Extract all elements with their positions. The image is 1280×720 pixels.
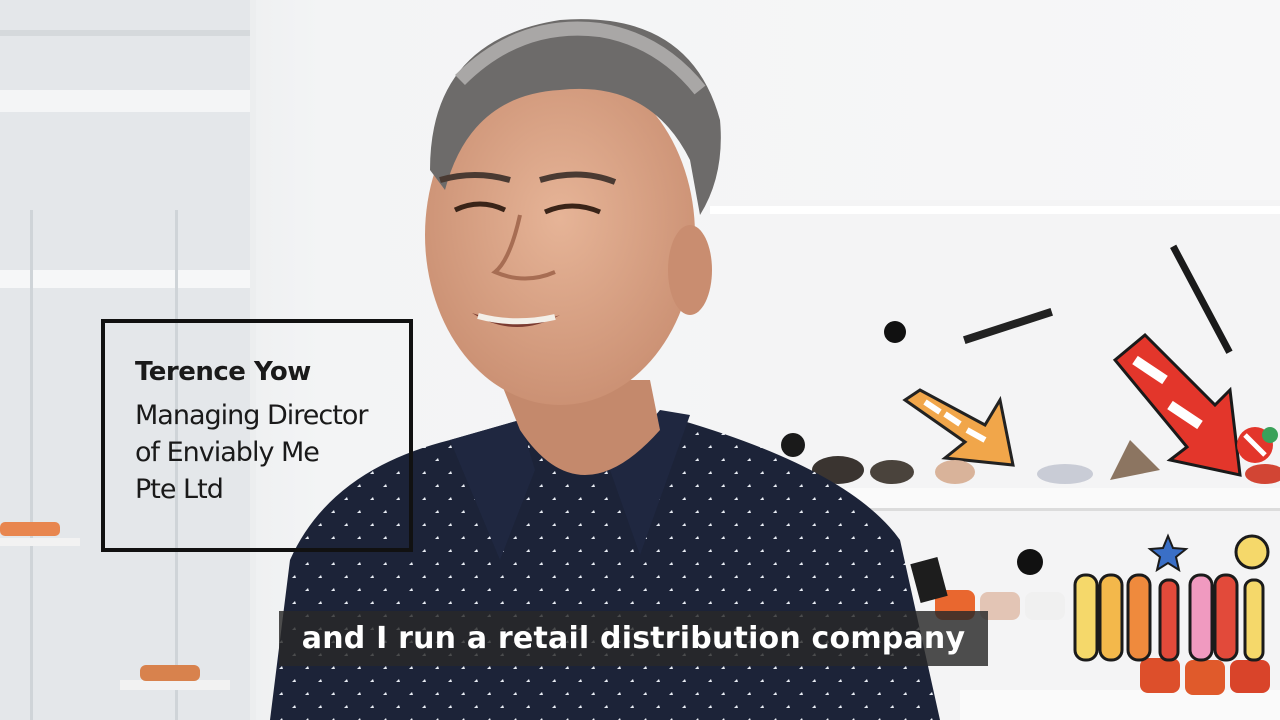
role-line: Pte Ltd [135,474,224,505]
name-title-card: Terence Yow Managing Director of Enviabl… [101,319,413,552]
subtitle-caption: and I run a retail distribution company [279,611,988,666]
role-line: of Enviably Me [135,437,320,468]
role-line: Managing Director [135,400,368,431]
person-role: Managing Director of Enviably Me Pte Ltd [135,397,405,508]
person-name: Terence Yow [135,357,311,387]
subtitle-text: and I run a retail distribution company [301,621,966,656]
